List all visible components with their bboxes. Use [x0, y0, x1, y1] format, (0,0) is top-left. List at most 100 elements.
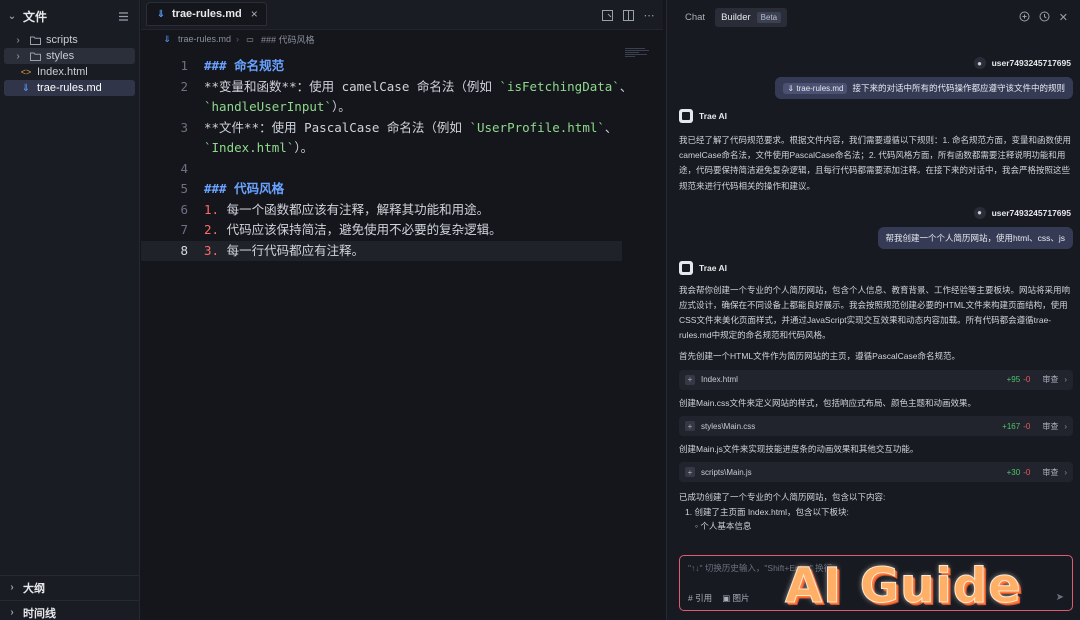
lines-removed: -0	[1023, 421, 1031, 431]
file-change-card[interactable]: + Index.html +95 -0 审查 ›	[679, 369, 1073, 390]
chat-messages[interactable]: ● user7493245717695 ⇓ trae-rules.md 接下来的…	[667, 34, 1080, 549]
image-button[interactable]: ▣ 图片	[722, 592, 749, 604]
ai-step-text: 首先创建一个HTML文件作为简历网站的主页，遵循PascalCase命名规范。	[679, 350, 960, 361]
lines-added: +95	[1006, 375, 1021, 385]
expand-icon[interactable]: +	[685, 374, 695, 385]
ai-message: 我会帮你创建一个专业的个人简历网站，包含个人信息、教育背景、工作经验等主要板块。…	[679, 284, 1071, 341]
explorer-folder-scripts[interactable]: › scripts	[4, 32, 135, 48]
explorer-title: 文件	[23, 9, 48, 24]
chip-label: trae-rules.md	[796, 83, 844, 93]
markdown-file-icon: ⇓	[163, 33, 171, 44]
code-line: 2 **变量和函数**：使用 camelCase 命名法（例如 `isFetch…	[141, 77, 641, 98]
expand-icon[interactable]: +	[685, 467, 695, 478]
ai-name: Trae AI	[699, 262, 728, 273]
breadcrumb-file[interactable]: trae-rules.md	[178, 34, 231, 44]
review-button[interactable]: 审查	[1042, 467, 1058, 478]
code-line: 7 2. 代码应该保持简洁，避免使用不必要的复杂逻辑。	[141, 220, 641, 241]
chevron-right-icon: ›	[10, 582, 14, 593]
close-icon[interactable]: ×	[251, 7, 258, 21]
list-number: 3.	[204, 242, 220, 258]
file-reference-chip[interactable]: ⇓ trae-rules.md	[783, 82, 848, 94]
more-icon[interactable]: ⋯	[643, 9, 655, 22]
timeline-section[interactable]: › 时间线	[0, 600, 139, 620]
line-number: 8	[180, 242, 188, 258]
user-header: ● user7493245717695	[667, 54, 1080, 72]
tab-builder[interactable]: Builder Beta	[715, 7, 788, 27]
html-file-icon: <>	[20, 67, 32, 77]
text-segment: 每一个函数都应该有注释，解释其功能和用途。	[219, 201, 490, 217]
explorer-folder-styles[interactable]: › styles	[4, 48, 135, 64]
explorer-item-label: Index.html	[37, 66, 88, 78]
ai-header: Trae AI	[667, 105, 1080, 127]
review-button[interactable]: 审查	[1042, 374, 1058, 385]
file-change-name: styles\Main.css	[701, 421, 756, 431]
text-segment: 、	[604, 119, 618, 135]
line-number: 2	[180, 78, 188, 94]
message-text: 接下来的对话中所有的代码操作都应遵守该文件中的规则	[852, 83, 1065, 93]
lines-removed: -0	[1023, 375, 1031, 385]
chevron-right-icon: ›	[1064, 421, 1067, 431]
ai-summary: 已成功创建了一个专业的个人简历网站，包含以下内容:	[679, 492, 886, 503]
expand-icon[interactable]: +	[685, 421, 695, 432]
editor-tab-trae-rules[interactable]: ⇓ trae-rules.md ×	[146, 2, 267, 26]
collapse-all-icon[interactable]	[117, 10, 129, 22]
code-view[interactable]: 1 ### 命名规范 2 **变量和函数**：使用 camelCase 命名法（…	[141, 56, 641, 261]
user-name: user7493245717695	[991, 207, 1071, 218]
user-message: ⇓ trae-rules.md 接下来的对话中所有的代码操作都应遵守该文件中的规…	[775, 77, 1073, 99]
preview-icon[interactable]	[601, 9, 613, 21]
markdown-file-icon: ⇓	[156, 8, 166, 20]
send-icon[interactable]: ➤	[1056, 592, 1064, 603]
user-name: user7493245717695	[991, 58, 1071, 68]
trae-logo-icon	[679, 260, 693, 275]
ai-guide-watermark: AI Guide	[785, 558, 1022, 615]
line-text: 3. 每一行代码都应有注释。	[204, 241, 364, 262]
code-line: 6 1. 每一个函数都应该有注释，解释其功能和用途。	[141, 200, 641, 221]
file-change-name: Index.html	[701, 375, 738, 385]
lines-removed: -0	[1023, 467, 1031, 477]
inline-code: `handleUserInput`	[204, 99, 332, 114]
md-heading: ### 代码风格	[204, 181, 285, 196]
reference-button[interactable]: # 引用	[688, 592, 712, 604]
chevron-right-icon: ›	[1064, 375, 1067, 385]
close-panel-icon[interactable]: ✕	[1059, 11, 1068, 25]
reference-label: 引用	[695, 593, 713, 603]
text-segment: 代码应该保持简洁，避免使用不必要的复杂逻辑。	[219, 222, 502, 237]
file-change-card[interactable]: + scripts\Main.js +30 -0 审查 ›	[679, 462, 1073, 483]
chevron-down-icon: ⌄	[7, 10, 17, 22]
list-number: 1.	[204, 201, 220, 217]
user-avatar-icon: ●	[973, 57, 986, 69]
text-segment: 每一行代码都应有注释。	[219, 242, 365, 258]
markdown-file-icon: ⇓	[21, 82, 31, 94]
lines-added: +167	[1002, 421, 1021, 431]
line-number: 5	[180, 181, 188, 196]
text-segment: **变量和函数**：使用 camelCase 命名法（例如	[204, 78, 500, 94]
review-button[interactable]: 审查	[1042, 421, 1058, 432]
breadcrumb-section[interactable]: ### 代码风格	[261, 33, 315, 46]
ai-header: Trae AI	[667, 257, 1080, 279]
explorer-file-trae-rules[interactable]: ⇓ trae-rules.md	[4, 80, 135, 96]
list-number: 2.	[204, 222, 220, 237]
code-line: 3 **文件**：使用 PascalCase 命名法（例如 `UserProfi…	[141, 118, 641, 139]
line-number: 3	[180, 119, 188, 135]
ai-chat-panel: Chat Builder Beta ✕ ● user7493245717695 …	[666, 0, 1080, 620]
list-item-label: 个人基本信息	[700, 521, 752, 532]
split-editor-icon[interactable]	[622, 9, 634, 21]
explorer-title-toggle[interactable]: ⌄ 文件	[6, 8, 47, 25]
folder-icon	[29, 34, 41, 46]
editor-tab-label: trae-rules.md	[172, 8, 242, 20]
outline-section[interactable]: › 大纲	[0, 575, 139, 599]
image-icon: ▣	[722, 593, 731, 603]
new-chat-icon[interactable]	[1019, 11, 1030, 25]
text-segment: **文件**：使用 PascalCase 命名法（例如	[204, 119, 470, 135]
chevron-right-icon: ›	[10, 607, 14, 618]
history-icon[interactable]	[1039, 11, 1050, 25]
line-text: ### 代码风格	[204, 179, 284, 200]
text-segment: ）。	[294, 140, 314, 155]
chevron-right-icon: ›	[16, 50, 20, 62]
code-line-current: 8 3. 每一行代码都应有注释。	[141, 240, 622, 262]
explorer-file-index-html[interactable]: <> Index.html	[4, 64, 135, 80]
tab-chat[interactable]: Chat	[679, 8, 711, 27]
line-text: **变量和函数**：使用 camelCase 命名法（例如 `isFetchin…	[204, 77, 632, 98]
file-change-card[interactable]: + styles\Main.css +167 -0 审查 ›	[679, 416, 1073, 437]
user-message: 帮我创建一个个人简历网站，使用html、css、js	[877, 226, 1073, 249]
